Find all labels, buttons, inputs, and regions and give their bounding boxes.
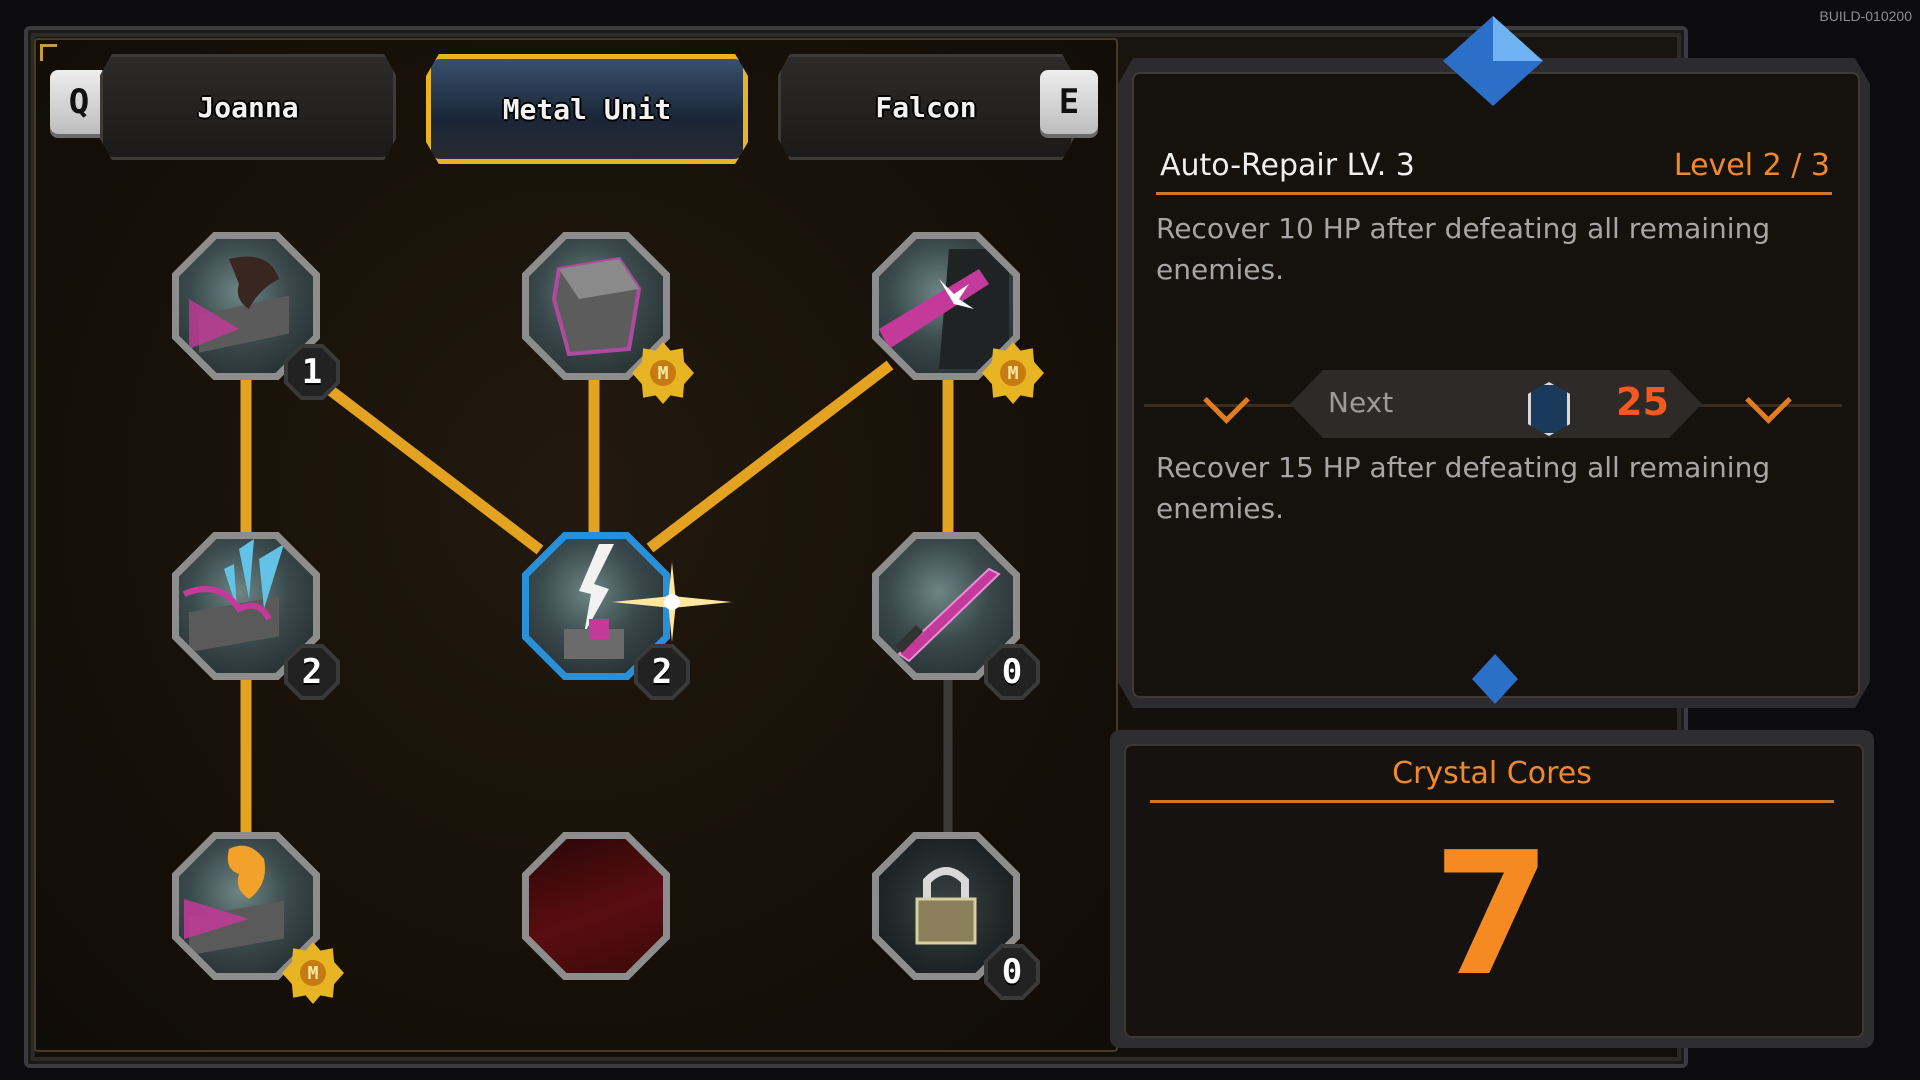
skill-node-r1c2[interactable]: M bbox=[522, 232, 694, 404]
rank-badge: 0 bbox=[984, 644, 1040, 700]
skill-node-r3c3[interactable]: 0 bbox=[872, 832, 1040, 1000]
selection-sparkle-icon bbox=[612, 562, 732, 642]
diamond-ornament-icon bbox=[1472, 654, 1518, 704]
link-r1c1-r2c2 bbox=[326, 385, 544, 555]
skill-node-r1c3[interactable]: M bbox=[872, 232, 1044, 404]
skill-level: Level 2 / 3 bbox=[1673, 148, 1830, 183]
skill-node-r1c1[interactable]: 1 bbox=[172, 232, 340, 400]
current-description: Recover 10 HP after defeating all remain… bbox=[1156, 212, 1771, 286]
skill-node-r3c2[interactable] bbox=[522, 832, 670, 980]
skill-node-r2c1[interactable]: 2 bbox=[172, 532, 340, 700]
cores-divider bbox=[1150, 800, 1834, 803]
next-label: Next bbox=[1328, 386, 1394, 419]
max-badge-label: M bbox=[1000, 360, 1026, 386]
max-badge-label: M bbox=[300, 960, 326, 986]
rank-badge: 0 bbox=[984, 944, 1040, 1000]
next-description: Recover 15 HP after defeating all remain… bbox=[1156, 451, 1771, 525]
crystal-cores-value: 7 bbox=[1432, 816, 1552, 1014]
skill-title: Auto-Repair LV. 3 bbox=[1160, 148, 1415, 183]
crystal-cores-title: Crystal Cores bbox=[1392, 756, 1592, 791]
max-badge-label: M bbox=[650, 360, 676, 386]
skill-node-r2c3[interactable]: 0 bbox=[872, 532, 1040, 700]
empty-slot-icon bbox=[529, 839, 663, 973]
rank-badge: 2 bbox=[284, 644, 340, 700]
skill-node-r2c2[interactable]: 2 bbox=[522, 532, 732, 700]
link-r1c3-r2c2 bbox=[646, 360, 894, 553]
crystal-ornament-icon bbox=[1443, 16, 1543, 106]
rank-badge: 2 bbox=[634, 644, 690, 700]
skill-node-r3c1[interactable]: M bbox=[172, 832, 344, 1004]
next-cost: 25 bbox=[1616, 380, 1669, 424]
title-divider bbox=[1156, 192, 1832, 195]
